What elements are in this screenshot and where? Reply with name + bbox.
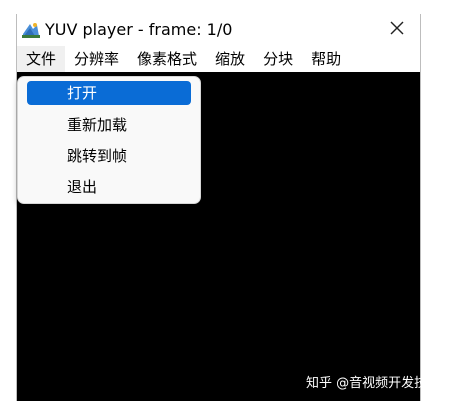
menu-item-open[interactable]: 打开 (27, 81, 191, 105)
menu-pixel-format[interactable]: 像素格式 (128, 46, 206, 72)
menu-tiling[interactable]: 分块 (254, 46, 302, 72)
watermark: 知乎 @音视频开发技术 (306, 376, 441, 391)
menu-resolution[interactable]: 分辨率 (65, 46, 128, 72)
file-dropdown-menu: 打开 重新加载 跳转到帧 退出 (17, 76, 201, 204)
menu-bar: 文件 分辨率 像素格式 缩放 分块 帮助 (17, 46, 420, 72)
menu-help[interactable]: 帮助 (302, 46, 350, 72)
app-window: YUV player - frame: 1/0 文件 分辨率 像素格式 缩放 分… (16, 14, 421, 401)
close-icon (389, 20, 405, 40)
close-button[interactable] (374, 14, 420, 46)
menu-file[interactable]: 文件 (17, 46, 66, 72)
title-bar[interactable]: YUV player - frame: 1/0 (17, 14, 420, 46)
window-title: YUV player - frame: 1/0 (45, 20, 233, 39)
menu-zoom[interactable]: 缩放 (206, 46, 254, 72)
menu-item-exit[interactable]: 退出 (27, 175, 191, 199)
menu-item-jump-to-frame[interactable]: 跳转到帧 (27, 144, 191, 168)
menu-item-reload[interactable]: 重新加载 (27, 113, 191, 137)
app-logo-icon (21, 20, 41, 40)
